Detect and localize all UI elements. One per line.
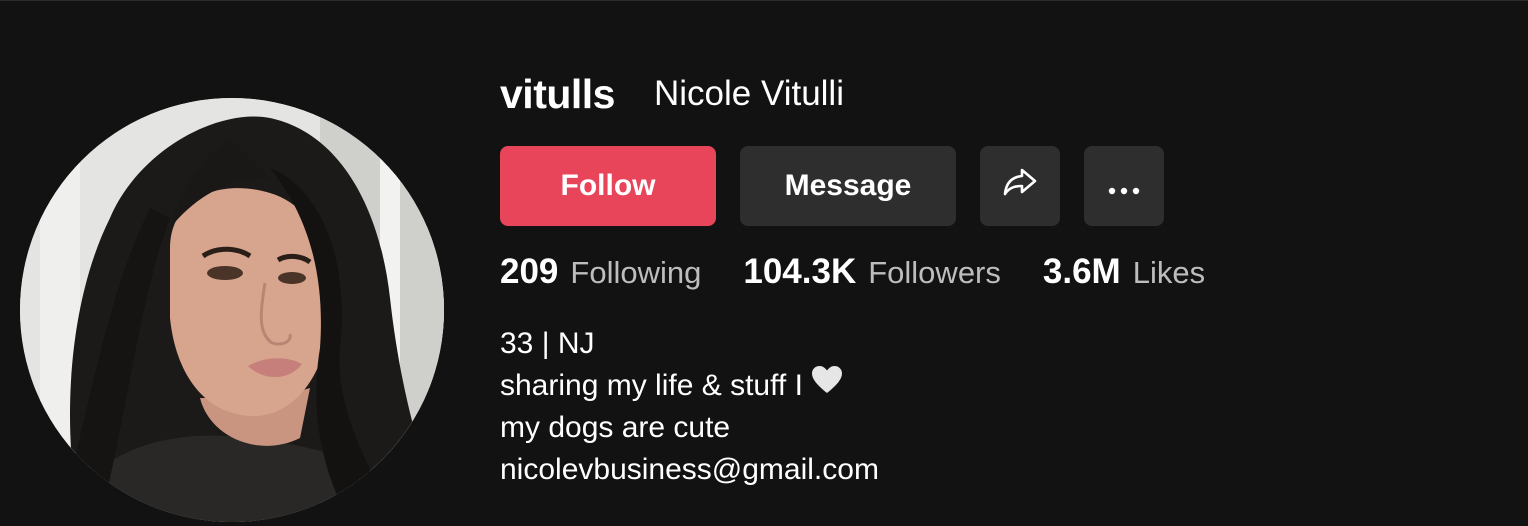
more-horizontal-icon xyxy=(1108,169,1140,203)
profile-stats: 209 Following 104.3K Followers 3.6M Like… xyxy=(500,252,1247,298)
profile-page: vitulls Nicole Vitulli Follow Message 20… xyxy=(0,0,1528,526)
stat-value: 209 xyxy=(500,252,559,291)
avatar[interactable] xyxy=(20,98,444,522)
bio-line: my dogs are cute xyxy=(500,411,731,444)
divider xyxy=(0,0,1528,1)
stat-followers[interactable]: 104.3K Followers xyxy=(743,252,1001,292)
avatar-photo xyxy=(20,98,444,522)
stat-following[interactable]: 209 Following xyxy=(500,252,701,292)
follow-button[interactable]: Follow xyxy=(500,146,716,226)
message-button[interactable]: Message xyxy=(740,146,956,226)
bio-line-text: sharing my life & stuff I xyxy=(500,369,803,402)
bio-line-with-heart: sharing my life & stuff I xyxy=(500,365,879,407)
stat-value: 104.3K xyxy=(743,252,857,291)
stat-likes: 3.6M Likes xyxy=(1043,252,1205,292)
username-handle: vitulls xyxy=(500,71,615,117)
stat-value: 3.6M xyxy=(1042,252,1121,291)
bio-line: 33 | NJ xyxy=(500,327,595,360)
bio: 33 | NJ sharing my life & stuff I my dog… xyxy=(500,323,879,491)
more-options-button[interactable] xyxy=(1084,146,1164,226)
white-heart-icon xyxy=(811,365,843,407)
share-button[interactable] xyxy=(980,146,1060,226)
bio-email[interactable]: nicolevbusiness@gmail.com xyxy=(500,449,879,491)
stat-label: Followers xyxy=(868,255,1001,290)
display-name: Nicole Vitulli xyxy=(654,74,844,113)
share-arrow-icon xyxy=(1002,166,1038,206)
stat-label: Following xyxy=(570,255,702,290)
stat-label: Likes xyxy=(1132,255,1206,290)
